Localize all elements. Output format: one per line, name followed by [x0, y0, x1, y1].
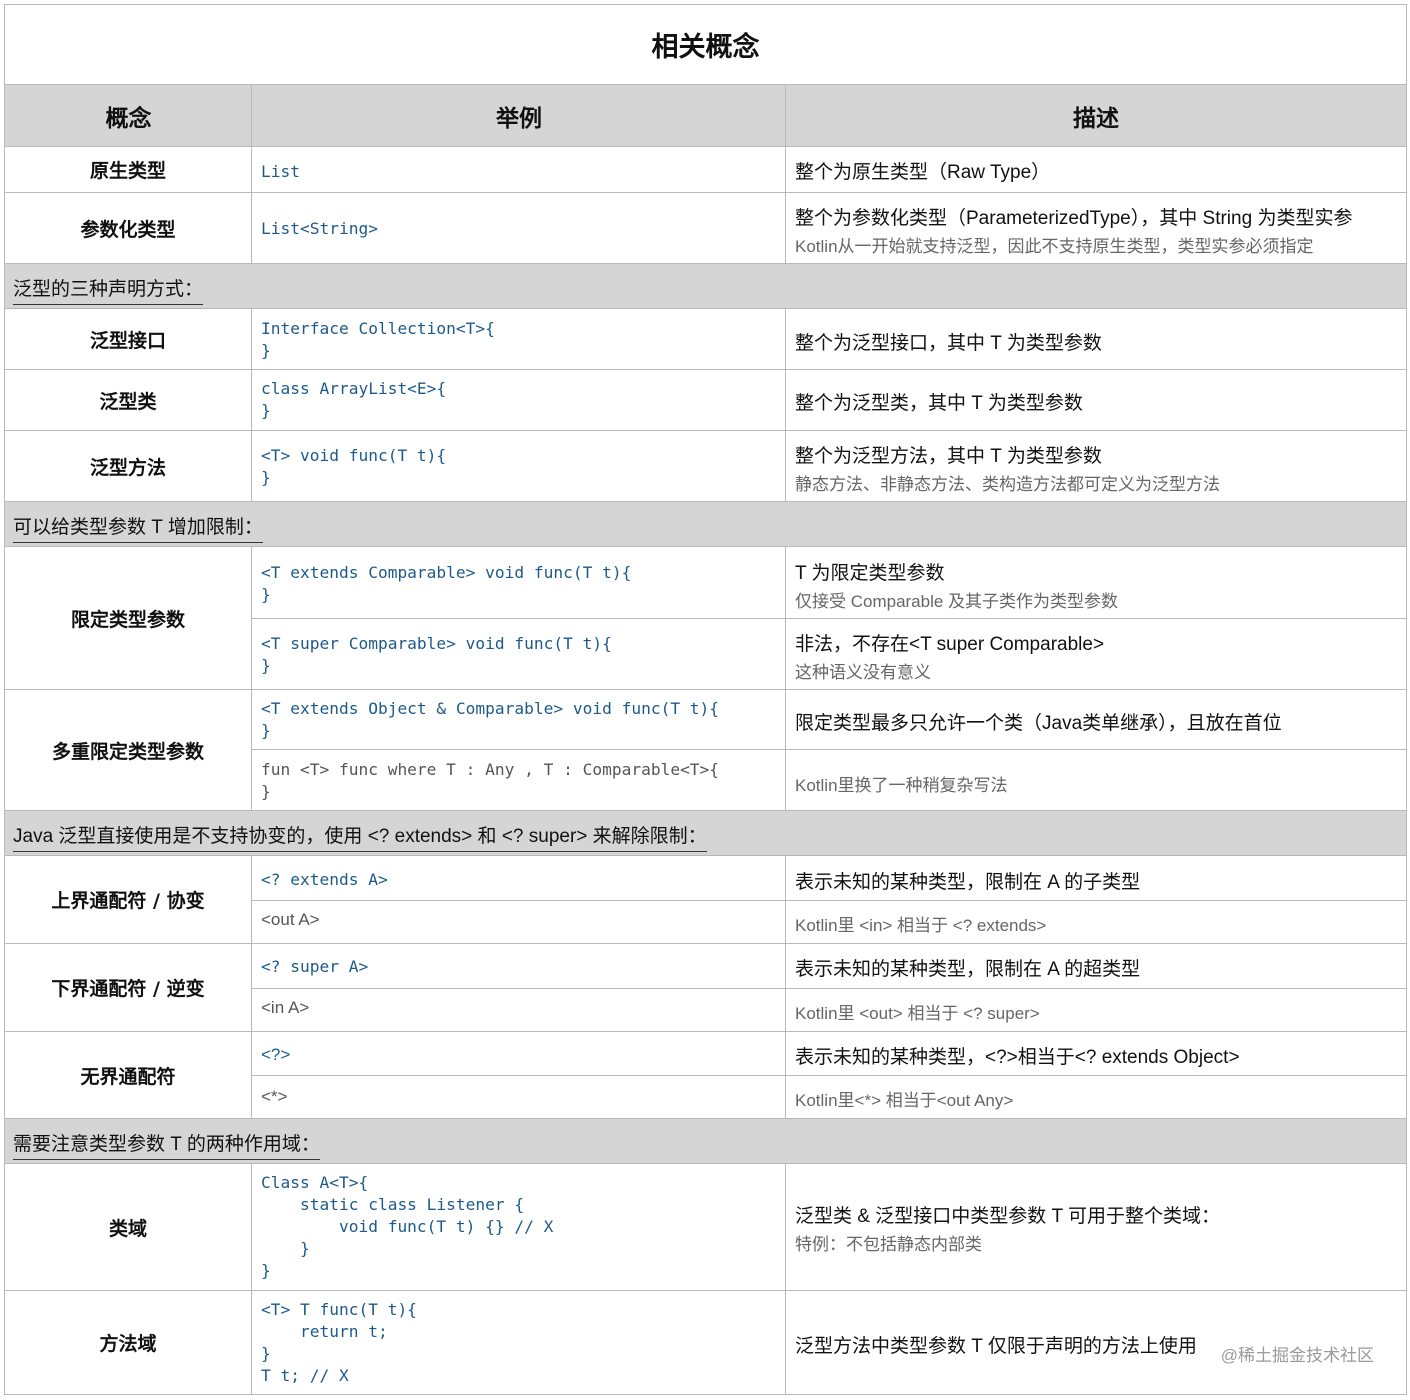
sub-multi-bounded-kotlin: Kotlin里换了一种稍复杂写法 [795, 776, 1008, 795]
section-label-scope: 需要注意类型参数 T 的两种作用域： [13, 1129, 320, 1160]
desc-unbounded-wildcard: 表示未知的某种类型，<?>相当于<? extends Object> [795, 1047, 1240, 1068]
desc-raw-type: 整个为原生类型（Raw Type） [795, 162, 1051, 183]
grid-line [252, 618, 1406, 619]
desc-generic-method: 整个为泛型方法，其中 T 为类型参数 [795, 446, 1102, 467]
sub-bounded-super: 这种语义没有意义 [795, 663, 931, 682]
example-generic-method: <T> void func(T t){ } [261, 446, 447, 487]
grid-line [785, 547, 786, 810]
concept-upper-wildcard: 上界通配符 / 协变 [51, 890, 205, 912]
grid-line [252, 749, 1406, 750]
concept-lower-wildcard: 下界通配符 / 逆变 [51, 978, 205, 1000]
example-method-scope: <T> T func(T t){ return t; } T t; // X [261, 1300, 417, 1385]
example-multi-bounded-java: <T extends Object & Comparable> void fun… [261, 699, 720, 740]
desc-lower-wildcard: 表示未知的某种类型，限制在 A 的超类型 [795, 959, 1141, 980]
section-label-variance: Java 泛型直接使用是不支持协变的，使用 <? extends> 和 <? s… [13, 821, 707, 852]
desc-generic-class: 整个为泛型类，其中 T 为类型参数 [795, 393, 1083, 414]
sub-generic-method: 静态方法、非静态方法、类构造方法都可定义为泛型方法 [795, 475, 1220, 494]
grid-line [251, 547, 252, 810]
example-parameterized-type: List<String> [261, 219, 378, 238]
grid-line [785, 309, 786, 501]
grid-line [252, 900, 1406, 901]
concept-class-scope: 类域 [108, 1217, 147, 1240]
example-bounded-extends: <T extends Comparable> void func(T t){ } [261, 563, 632, 604]
header-example: 举例 [252, 85, 786, 147]
grid-line [785, 85, 786, 263]
concept-generic-method: 泛型方法 [89, 456, 166, 479]
section-label-declarations: 泛型的三种声明方式： [13, 274, 204, 305]
grid-line [252, 1075, 1406, 1076]
concept-bounded-type-param: 限定类型参数 [70, 608, 185, 631]
desc-upper-wildcard: 表示未知的某种类型，限制在 A 的子类型 [795, 872, 1141, 893]
section-band-declarations: 泛型的三种声明方式： [5, 263, 1406, 309]
sub-upper-wildcard-kotlin: Kotlin里 <in> 相当于 <? extends> [795, 916, 1047, 935]
section-band-bounds: 可以给类型参数 T 增加限制： [5, 501, 1406, 547]
sub-parameterized-type: Kotlin从一开始就支持泛型，因此不支持原生类型，类型实参必须指定 [795, 237, 1314, 256]
example-lower-wildcard-java: <? super A> [261, 957, 369, 976]
sub-class-scope: 特例：不包括静态内部类 [795, 1235, 982, 1254]
section-band-variance: Java 泛型直接使用是不支持协变的，使用 <? extends> 和 <? s… [5, 810, 1406, 856]
sub-bounded-extends: 仅接受 Comparable 及其子类作为类型参数 [795, 592, 1119, 611]
sub-unbounded-wildcard-kotlin: Kotlin里<*> 相当于<out Any> [795, 1091, 1014, 1110]
example-raw-type: List [261, 162, 300, 181]
example-class-scope: Class A<T>{ static class Listener { void… [261, 1173, 554, 1280]
desc-parameterized-type: 整个为参数化类型（ParameterizedType），其中 String 为类… [795, 208, 1353, 229]
concept-raw-type: 原生类型 [89, 160, 166, 182]
grid-line [251, 85, 252, 263]
watermark: @稀土掘金技术社区 [1220, 1346, 1374, 1365]
concept-unbounded-wildcard: 无界通配符 [80, 1065, 176, 1088]
grid-line [251, 309, 252, 501]
sub-lower-wildcard-kotlin: Kotlin里 <out> 相当于 <? super> [795, 1004, 1040, 1023]
concept-parameterized-type: 参数化类型 [80, 218, 176, 241]
example-upper-wildcard-kotlin: <out A> [261, 910, 320, 929]
section-band-scope: 需要注意类型参数 T 的两种作用域： [5, 1118, 1406, 1164]
table-title: 相关概念 [5, 5, 1406, 85]
desc-generic-interface: 整个为泛型接口，其中 T 为类型参数 [795, 333, 1102, 354]
grid-line [251, 1164, 252, 1394]
example-unbounded-wildcard-java: <?> [261, 1045, 291, 1064]
grid-line [785, 1164, 786, 1394]
desc-multi-bounded-java: 限定类型最多只允许一个类（Java类单继承），且放在首位 [795, 713, 1282, 734]
concept-multi-bounded-type-param: 多重限定类型参数 [51, 740, 204, 763]
header-concept: 概念 [5, 85, 252, 147]
concept-generic-class: 泛型类 [99, 390, 157, 413]
desc-bounded-super: 非法，不存在<T super Comparable> [795, 634, 1105, 655]
grid-line [785, 856, 786, 1118]
concept-table: 相关概念 概念 举例 描述 泛型的三种声明方式： 可以给类型参数 T 增加限制：… [4, 4, 1407, 1395]
example-bounded-super: <T super Comparable> void func(T t){ } [261, 634, 612, 675]
concept-generic-interface: 泛型接口 [89, 329, 166, 352]
desc-method-scope: 泛型方法中类型参数 T 仅限于声明的方法上使用 [795, 1336, 1197, 1357]
desc-bounded-extends: T 为限定类型参数 [795, 563, 945, 584]
example-upper-wildcard-java: <? extends A> [261, 870, 388, 889]
example-generic-class: class ArrayList<E>{ } [261, 379, 447, 420]
example-generic-interface: Interface Collection<T>{ } [261, 319, 495, 360]
grid-line [251, 856, 252, 1118]
desc-class-scope: 泛型类 & 泛型接口中类型参数 T 可用于整个类域： [795, 1206, 1221, 1227]
section-label-bounds: 可以给类型参数 T 增加限制： [13, 512, 263, 543]
grid-line [252, 988, 1406, 989]
example-multi-bounded-kotlin: fun <T> func where T : Any , T : Compara… [261, 760, 720, 801]
example-unbounded-wildcard-kotlin: <*> [261, 1087, 288, 1106]
concept-method-scope: 方法域 [99, 1333, 157, 1355]
example-lower-wildcard-kotlin: <in A> [261, 998, 310, 1017]
header-description: 描述 [786, 85, 1406, 147]
